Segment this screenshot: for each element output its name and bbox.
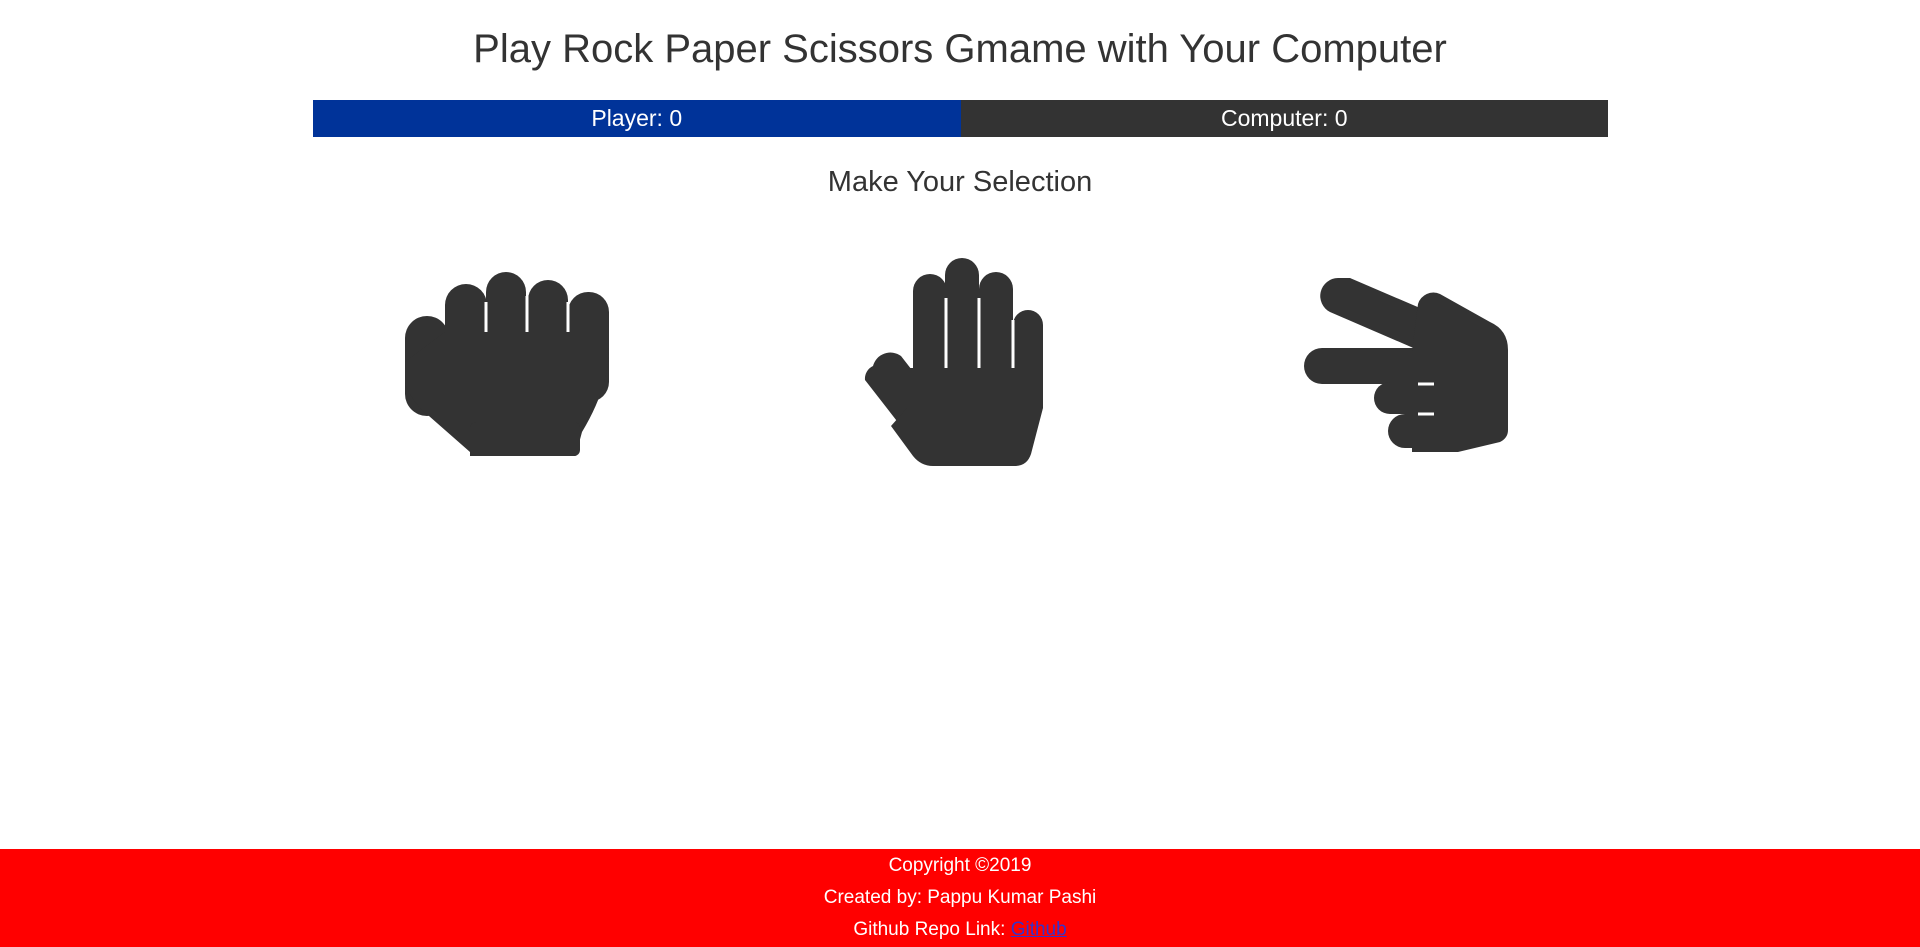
hand-paper-icon: [864, 258, 1043, 466]
repo-link-prefix: Github Repo Link:: [853, 919, 1011, 940]
paper-button[interactable]: [863, 258, 1043, 468]
scissors-button[interactable]: [1300, 272, 1510, 458]
page-title: Play Rock Paper Scissors Gmame with Your…: [473, 27, 1447, 71]
repo-link-line: Github Repo Link: Github: [0, 918, 1920, 942]
copyright-text: Copyright ©2019: [888, 855, 1032, 876]
scoreboard: Player: 0 Computer: 0: [313, 100, 1608, 137]
player-score: Player: 0: [313, 100, 961, 137]
selection-prompt: Make Your Selection: [827, 166, 1093, 198]
hand-scissors-icon: [1304, 278, 1508, 452]
hand-rock-icon: [405, 272, 609, 456]
footer: Copyright ©2019 Created by: Pappu Kumar …: [0, 849, 1920, 947]
rock-button[interactable]: [405, 272, 615, 456]
created-by-text: Created by: Pappu Kumar Pashi: [823, 887, 1097, 908]
github-link[interactable]: Github: [1011, 919, 1067, 940]
computer-score: Computer: 0: [960, 100, 1608, 137]
